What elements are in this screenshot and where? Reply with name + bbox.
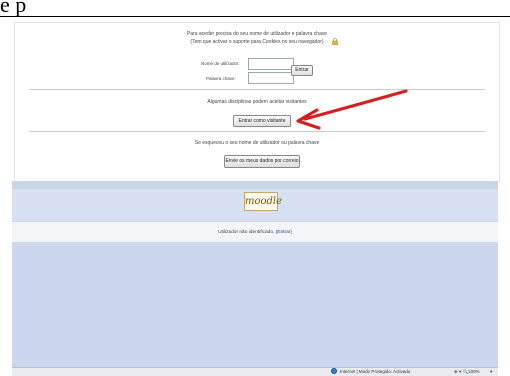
page-blank-area [12, 243, 498, 367]
moodle-logo[interactable]: moodle [244, 192, 282, 211]
chevron-down-icon[interactable]: ▾ [490, 369, 492, 375]
login-status-text: Utilizador não identificado. [218, 230, 275, 235]
zone-status[interactable]: Internet | Modo Protegido: Activado [340, 369, 410, 374]
browser-status-bar [12, 367, 498, 376]
login-status: Utilizador não identificado. (Entrar) [12, 230, 498, 235]
red-arrow-shaft [303, 89, 408, 121]
zoom-control[interactable]: ⊕ ▾ 🔍100% [454, 369, 480, 375]
login-link[interactable]: (Entrar) [276, 230, 292, 235]
footer-band: Utilizador não identificado. (Entrar) [12, 221, 498, 243]
globe-icon [331, 368, 337, 374]
page-band [12, 181, 498, 189]
